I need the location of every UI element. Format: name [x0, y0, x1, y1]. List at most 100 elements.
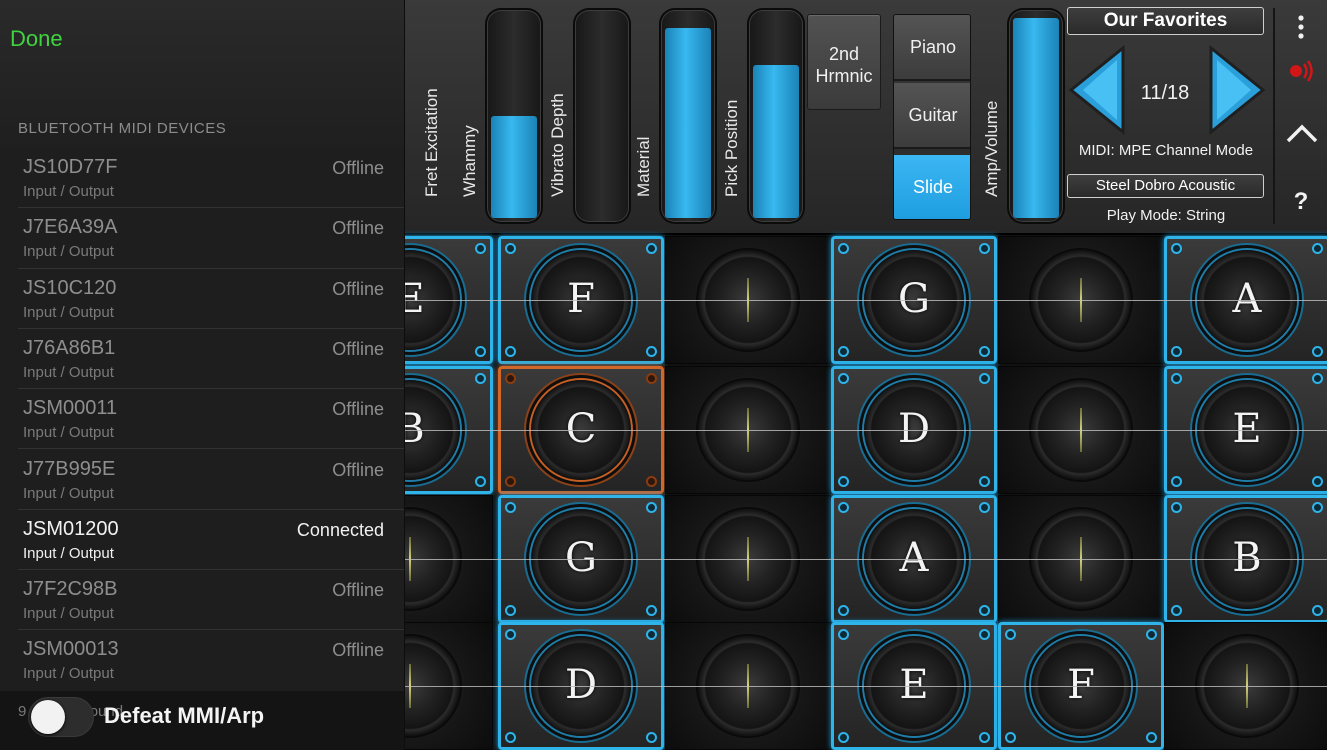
done-button[interactable]: Done — [10, 26, 63, 52]
mode-piano-button[interactable]: Piano — [894, 15, 970, 81]
note-label: E — [405, 276, 425, 322]
pad-screw — [979, 605, 990, 616]
note-label: F — [567, 276, 595, 322]
pad-screw — [838, 476, 849, 487]
defeat-mmi-arp-toggle[interactable] — [28, 697, 94, 737]
note-label: C — [565, 406, 597, 452]
device-name: J7E6A39A — [23, 216, 118, 239]
slider-track[interactable] — [485, 8, 543, 224]
slider-track[interactable] — [1007, 8, 1065, 224]
device-name: J7F2C98B — [23, 578, 118, 601]
second-harmonic-button[interactable]: 2nd Hrmnic — [807, 14, 881, 110]
device-row[interactable]: JS10C120 Offline Input / Output — [0, 269, 404, 329]
slider-material[interactable]: Material — [631, 8, 721, 224]
pad-screw — [1312, 346, 1323, 357]
control-toolbar: Fret Excitation Whammy Vibrato Depth Mat… — [405, 0, 1327, 235]
device-io: Input / Output — [23, 363, 114, 381]
device-row[interactable]: JSM00013 Offline Input / Output — [0, 630, 404, 690]
device-io: Input / Output — [23, 424, 114, 442]
preset-name-button[interactable]: Steel Dobro Acoustic — [1067, 174, 1264, 198]
pad-screw — [1171, 605, 1182, 616]
pad-screw — [838, 502, 849, 513]
slider-label: Amp/Volume — [982, 100, 1001, 197]
pad-screw — [1146, 629, 1157, 640]
more-vertical-icon[interactable] — [1289, 14, 1313, 40]
pad-screw — [1171, 243, 1182, 254]
device-row[interactable]: J7F2C98B Offline Input / Output — [0, 570, 404, 631]
slider-track[interactable] — [659, 8, 717, 224]
device-name: J77B995E — [23, 457, 116, 480]
note-label: A — [899, 535, 929, 581]
slider-label: Material — [634, 136, 653, 197]
pad-screw — [505, 502, 516, 513]
device-status: Offline — [332, 218, 384, 239]
pad-screw — [475, 476, 486, 487]
note-label: B — [405, 406, 425, 452]
toggle-knob — [31, 700, 65, 734]
slider-fill — [753, 65, 799, 218]
device-row[interactable]: J76A86B1 Offline Input / Output — [0, 329, 404, 390]
pad-screw — [1005, 732, 1016, 743]
pad-screw — [838, 732, 849, 743]
slider-track[interactable] — [573, 8, 631, 224]
next-preset-arrow-icon[interactable] — [1205, 44, 1269, 136]
device-name: JS10D77F — [23, 156, 118, 178]
pad-screw — [838, 243, 849, 254]
device-row[interactable]: J77B995E Offline Input / Output — [0, 450, 404, 510]
pad-screw — [838, 373, 849, 384]
pad-screw — [1005, 629, 1016, 640]
pad-screw — [475, 346, 486, 357]
pad-screw — [646, 732, 657, 743]
device-row[interactable]: JSM00011 Offline Input / Output — [0, 389, 404, 450]
device-status: Offline — [332, 338, 384, 359]
device-status: Offline — [332, 640, 384, 661]
device-io: Input / Output — [23, 544, 114, 562]
chevron-up-icon[interactable] — [1285, 120, 1319, 146]
bluetooth-midi-panel: Done BLUETOOTH MIDI DEVICES JS10D77F Off… — [0, 0, 404, 750]
slider-whammy[interactable]: Whammy — [457, 8, 547, 224]
device-io: Input / Output — [23, 484, 114, 502]
previous-preset-arrow-icon[interactable] — [1065, 44, 1129, 136]
bluetooth-signal-icon[interactable] — [1287, 58, 1317, 84]
slider-fill — [665, 28, 711, 218]
string-line — [405, 559, 1327, 560]
pad-screw — [1171, 476, 1182, 487]
string-line — [405, 686, 1327, 687]
instrument-area: Fret Excitation Whammy Vibrato Depth Mat… — [405, 0, 1327, 750]
note-label: G — [898, 276, 930, 322]
slider-amp-volume[interactable]: Amp/Volume — [979, 8, 1069, 224]
pad-screw — [1312, 243, 1323, 254]
pad-screw — [505, 732, 516, 743]
device-io: Input / Output — [23, 183, 114, 200]
string-line — [405, 300, 1327, 301]
string-line — [405, 430, 1327, 431]
slider-vibrato-depth[interactable]: Vibrato Depth — [545, 8, 635, 224]
mode-slide-button[interactable]: Slide — [894, 155, 970, 219]
pad-screw — [838, 605, 849, 616]
pad-screw — [646, 346, 657, 357]
slider-fret-excitation[interactable]: Fret Excitation — [419, 8, 459, 224]
pad-screw — [838, 629, 849, 640]
slider-pick-position[interactable]: Pick Position — [719, 8, 809, 224]
slider-track[interactable] — [747, 8, 805, 224]
help-icon[interactable]: ? — [1287, 188, 1315, 216]
slider-label: Pick Position — [722, 99, 741, 197]
pad-screw — [979, 346, 990, 357]
section-title: BLUETOOTH MIDI DEVICES — [18, 120, 227, 137]
app-root: Fret Excitation Whammy Vibrato Depth Mat… — [0, 0, 1327, 750]
pad-screw — [1312, 476, 1323, 487]
pad-screw — [646, 502, 657, 513]
pad-screw — [979, 629, 990, 640]
pad-screw — [505, 373, 516, 384]
mode-guitar-button[interactable]: Guitar — [894, 83, 970, 149]
device-row[interactable]: JSM01200 Connected Input / Output — [0, 510, 404, 571]
device-row[interactable]: J7E6A39A Offline Input / Output — [0, 208, 404, 269]
slider-label: Fret Excitation — [422, 88, 441, 197]
device-name: JSM01200 — [23, 517, 119, 540]
note-label: D — [564, 662, 598, 708]
favorites-title[interactable]: Our Favorites — [1067, 7, 1264, 35]
slider-label: Whammy — [460, 125, 479, 197]
pad-screw — [1171, 502, 1182, 513]
pad-screw — [505, 629, 516, 640]
device-row[interactable]: JS10D77F Offline Input / Output — [0, 148, 404, 209]
